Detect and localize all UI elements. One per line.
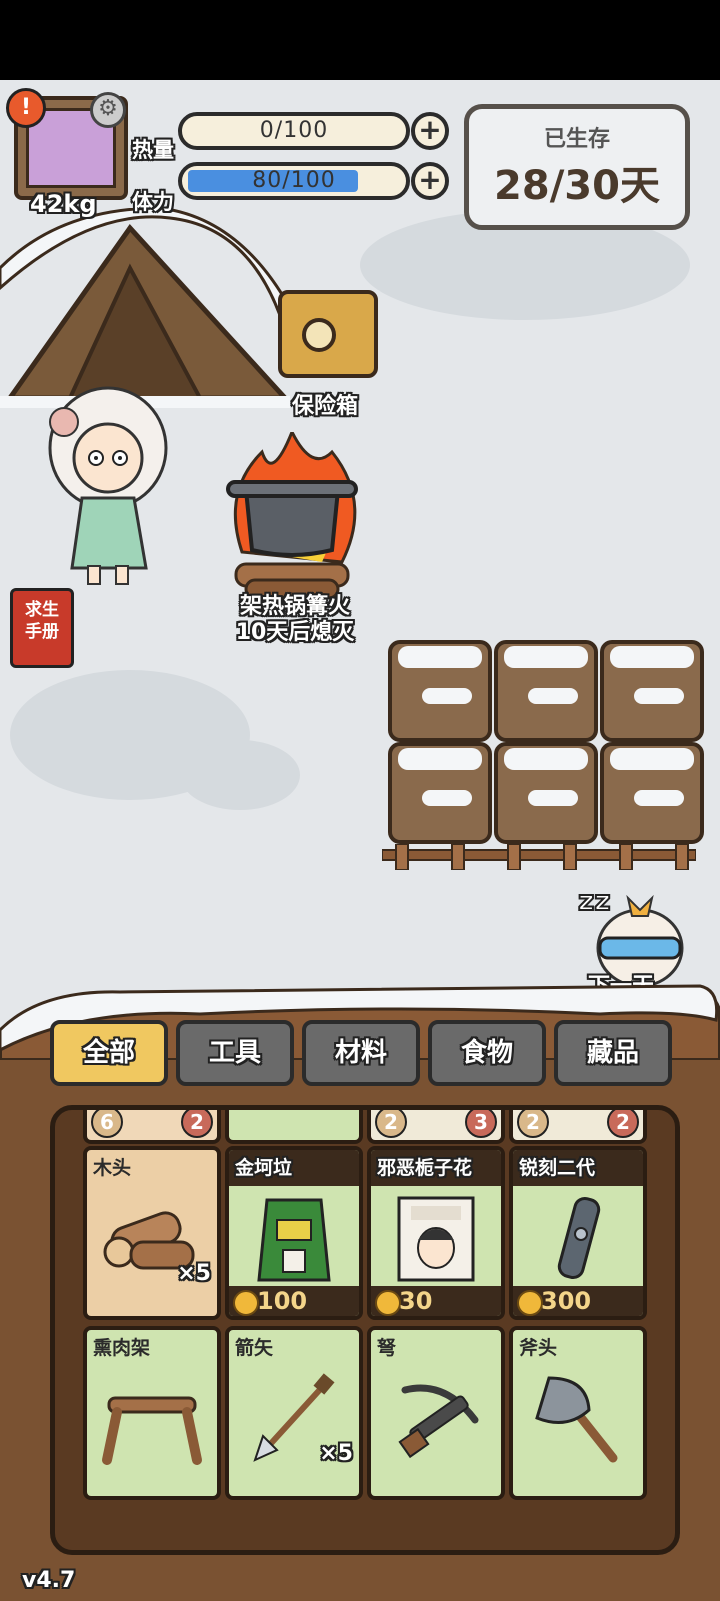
crop-field[interactable] xyxy=(600,640,704,742)
add-calories-button[interactable]: + xyxy=(411,112,449,150)
game-scene: 保险箱 架热锅篝火 10天后熄灭 求生 手册 zz 全部 工具 材料 食物 藏品… xyxy=(0,80,720,1601)
crop-field[interactable] xyxy=(600,742,704,844)
dial-icon xyxy=(302,318,336,352)
price-tag: 300 xyxy=(513,1286,643,1316)
coin-icon xyxy=(375,1290,401,1316)
crop-field[interactable] xyxy=(494,742,598,844)
stamina-value: 80/100 xyxy=(252,168,336,193)
version-label: v4.7 xyxy=(22,1568,76,1593)
calories-label: 热量 xyxy=(132,138,174,162)
item-name: 斧头 xyxy=(519,1337,558,1359)
coin-icon xyxy=(517,1290,543,1316)
poster-icon xyxy=(397,1196,475,1282)
item-card-fertilizer[interactable]: 金坷垃 100 xyxy=(225,1146,363,1320)
inventory-panel: 6 2 2 3 2 2 木头 ×5 金坷垃 100 邪恶栀子花 30 锐刻二代 … xyxy=(50,1105,680,1555)
price-tag: 100 xyxy=(229,1286,359,1316)
survival-days-panel: 已生存 28/30天 xyxy=(464,104,690,230)
item-card-wood[interactable]: 木头 ×5 xyxy=(83,1146,221,1320)
tab-food[interactable]: 食物 xyxy=(428,1020,546,1086)
manual-label-line1: 求生 xyxy=(25,600,59,620)
fertilizer-bag-icon xyxy=(257,1198,331,1282)
tab-tools[interactable]: 工具 xyxy=(176,1020,294,1086)
manual-label-line2: 手册 xyxy=(25,622,59,642)
price-value: 100 xyxy=(257,1287,308,1315)
calories-value: 0/100 xyxy=(259,118,329,143)
item-card-axe[interactable]: 斧头 xyxy=(509,1326,647,1500)
player-weight: 42kg xyxy=(30,190,97,218)
survival-title: 已生存 xyxy=(543,127,610,152)
survival-days: 28/30天 xyxy=(494,163,660,209)
survival-manual-button[interactable]: 求生 手册 xyxy=(10,588,74,668)
partial-item-card[interactable]: 6 2 xyxy=(83,1110,221,1144)
count-badge: 2 xyxy=(517,1110,549,1138)
item-card-crossbow[interactable]: 弩 xyxy=(367,1326,505,1500)
svg-text:zz: zz xyxy=(578,884,611,917)
fence xyxy=(382,844,696,870)
tab-materials[interactable]: 材料 xyxy=(302,1020,420,1086)
item-card-ecig[interactable]: 锐刻二代 300 xyxy=(509,1146,647,1320)
item-name: 邪恶栀子花 xyxy=(371,1150,501,1186)
count-badge: 2 xyxy=(181,1110,213,1138)
item-card-smoking-rack[interactable]: 熏肉架 xyxy=(83,1326,221,1500)
stamina-label: 体力 xyxy=(132,190,174,214)
campfire-timer: 10天后熄灭 xyxy=(235,620,355,645)
campfire-label: 架热锅篝火 10天后熄灭 xyxy=(210,594,380,646)
count-badge: 2 xyxy=(607,1110,639,1138)
partial-item-card[interactable]: 2 2 xyxy=(509,1110,647,1144)
item-card-arrow[interactable]: 箭矢 ×5 xyxy=(225,1326,363,1500)
tab-collectibles[interactable]: 藏品 xyxy=(554,1020,672,1086)
status-bar xyxy=(0,0,720,80)
tab-all[interactable]: 全部 xyxy=(50,1020,168,1086)
item-card-poster[interactable]: 邪恶栀子花 30 xyxy=(367,1146,505,1320)
item-name: 弩 xyxy=(377,1337,397,1359)
smoking-rack-icon xyxy=(102,1396,202,1465)
count-badge: 6 xyxy=(91,1110,123,1138)
campfire-name: 架热锅篝火 xyxy=(239,594,350,619)
item-name: 木头 xyxy=(93,1157,132,1179)
item-name: 锐刻二代 xyxy=(513,1150,643,1186)
item-name: 金坷垃 xyxy=(229,1150,359,1186)
price-tag: 30 xyxy=(371,1286,501,1316)
coin-icon xyxy=(233,1290,259,1316)
price-value: 30 xyxy=(399,1287,433,1315)
crop-field[interactable] xyxy=(388,742,492,844)
add-stamina-button[interactable]: + xyxy=(411,162,449,200)
count-badge: 3 xyxy=(465,1110,497,1138)
crop-field[interactable] xyxy=(388,640,492,742)
e-cigarette-icon xyxy=(557,1197,601,1279)
stamina-bar: 80/100 xyxy=(178,162,410,200)
safe-label: 保险箱 xyxy=(291,394,358,419)
player-character[interactable] xyxy=(42,378,174,588)
item-name: 熏肉架 xyxy=(93,1337,151,1359)
manual-label: 求生 手册 xyxy=(13,599,71,643)
alert-icon[interactable]: ! xyxy=(6,88,46,128)
item-quantity: ×5 xyxy=(319,1441,353,1466)
crossbow-icon xyxy=(398,1384,479,1459)
snow-patch xyxy=(180,740,300,810)
campfire-pot[interactable] xyxy=(222,432,362,600)
crop-field-grid xyxy=(388,640,704,852)
safe-box[interactable] xyxy=(278,290,378,378)
price-value: 300 xyxy=(541,1287,592,1315)
partial-item-card[interactable]: 2 3 xyxy=(367,1110,505,1144)
count-badge: 2 xyxy=(375,1110,407,1138)
partial-item-card[interactable] xyxy=(225,1110,363,1144)
inventory-grid[interactable]: 6 2 2 3 2 2 木头 ×5 金坷垃 100 邪恶栀子花 30 锐刻二代 … xyxy=(73,1110,657,1542)
gear-icon[interactable]: ⚙ xyxy=(90,92,126,128)
calories-bar: 0/100 xyxy=(178,112,410,150)
item-name: 箭矢 xyxy=(235,1337,274,1359)
crop-field[interactable] xyxy=(494,640,598,742)
axe-icon xyxy=(535,1376,618,1463)
item-quantity: ×5 xyxy=(177,1261,211,1286)
